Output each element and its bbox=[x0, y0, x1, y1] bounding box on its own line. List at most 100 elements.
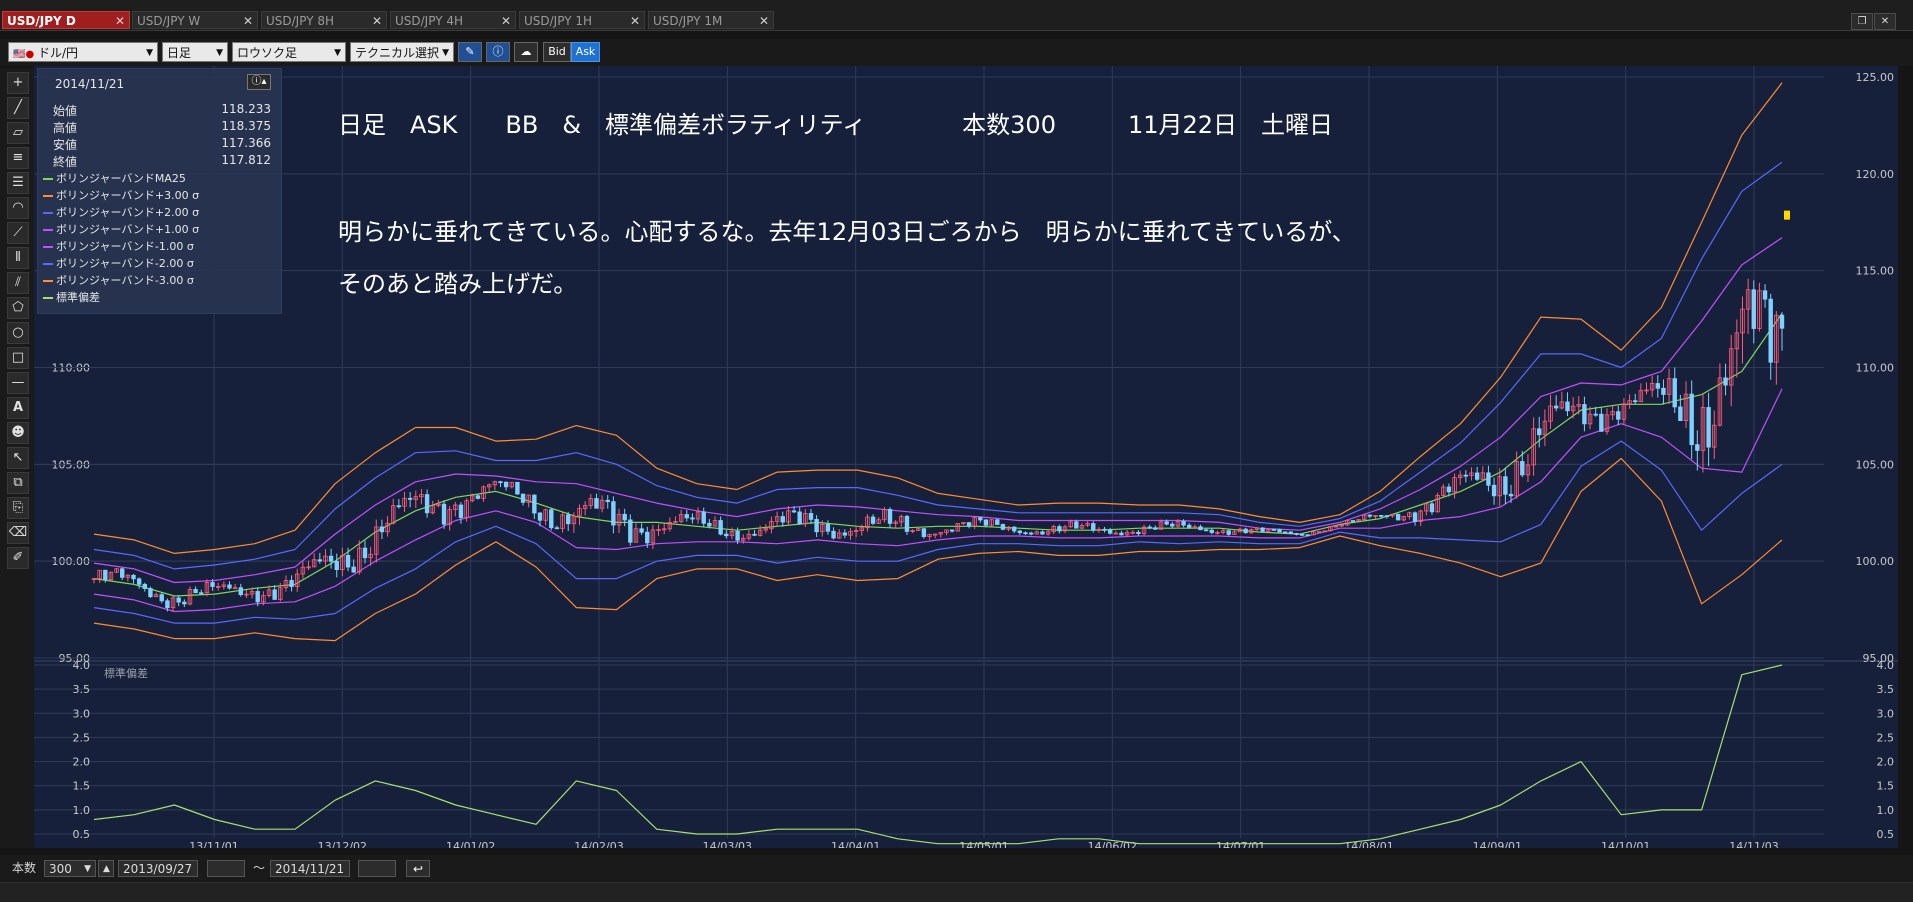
legend-item-plus1[interactable]: ボリンジャーバンド+1.00 σ bbox=[43, 221, 199, 238]
sub-y-tick-label-left: 2.5 bbox=[73, 731, 91, 744]
series-line-7 bbox=[93, 664, 1783, 845]
text-icon[interactable]: A bbox=[7, 397, 29, 419]
tab-usdjpy-4h[interactable]: USD/JPY 4H ✕ bbox=[390, 11, 516, 29]
cloud-button[interactable]: ☁ bbox=[514, 42, 538, 62]
close-icon[interactable]: ✕ bbox=[759, 12, 769, 30]
chart-type-select[interactable]: ロウソク足 ▼ bbox=[232, 42, 346, 62]
eraser-icon[interactable]: ⌫ bbox=[7, 522, 29, 544]
crosshair-icon[interactable]: + bbox=[7, 72, 29, 94]
candle-body bbox=[1446, 486, 1452, 493]
candle-body bbox=[227, 584, 232, 589]
close-icon[interactable]: ✕ bbox=[630, 12, 640, 30]
candle-body bbox=[1429, 503, 1435, 513]
pentagon-icon[interactable]: ⬠ bbox=[7, 297, 29, 319]
refresh-icon[interactable]: ↩ bbox=[406, 860, 430, 877]
arc-icon[interactable]: ◠ bbox=[7, 197, 29, 219]
emoji-icon[interactable]: ☻ bbox=[7, 422, 29, 444]
vertical-lines-icon[interactable]: ⦀ bbox=[7, 247, 29, 269]
circle-icon[interactable]: ○ bbox=[7, 322, 29, 344]
tab-usdjpy-8h[interactable]: USD/JPY 8H ✕ bbox=[261, 11, 387, 29]
candle-body bbox=[870, 516, 876, 524]
chart-toolbar: 🇺🇸● ドル/円 ▼ 日足 ▼ ロウソク足 ▼ テクニカル選択 ▼ ✎ ⓘ ☁ … bbox=[0, 39, 1913, 66]
from-time-input[interactable] bbox=[207, 860, 245, 877]
annotation-line-3: そのあと踏み上げだ。 bbox=[338, 270, 578, 298]
close-window-icon[interactable]: ✕ bbox=[1874, 13, 1896, 30]
candle-body bbox=[797, 511, 802, 525]
candle-body bbox=[272, 589, 277, 600]
paste-icon[interactable]: ⎘ bbox=[7, 497, 29, 519]
candle-body bbox=[1107, 529, 1113, 534]
sub-y-tick-label-left: 2.0 bbox=[73, 756, 91, 769]
tab-usdjpy-1h[interactable]: USD/JPY 1H ✕ bbox=[519, 11, 645, 29]
chart-canvas[interactable]: 13/11/01 13/12/02 14/01/02 14/02/03 14/03/03… bbox=[34, 66, 1898, 848]
legend-item-ma25[interactable]: ボリンジャーバンドMA25 bbox=[43, 170, 186, 187]
candle-body bbox=[904, 515, 910, 532]
sub-y-tick-label-left: 4.0 bbox=[73, 659, 91, 672]
erase-all-icon[interactable]: ✐ bbox=[7, 547, 29, 569]
tab-usdjpy-1m[interactable]: USD/JPY 1M ✕ bbox=[648, 11, 774, 29]
close-icon[interactable]: ✕ bbox=[501, 12, 511, 30]
rectangle-icon[interactable]: □ bbox=[7, 347, 29, 369]
select-icon[interactable]: ↖ bbox=[7, 447, 29, 469]
draw-pencil-button[interactable]: ✎ bbox=[458, 42, 482, 62]
restore-window-icon[interactable]: ❐ bbox=[1851, 13, 1873, 30]
candle-body bbox=[351, 566, 356, 573]
channel-icon[interactable]: ⫽ bbox=[7, 272, 29, 294]
legend-item-stddev[interactable]: 標準偏差 bbox=[43, 289, 100, 306]
legend-item-minus1[interactable]: ボリンジャーバンド-1.00 σ bbox=[43, 238, 194, 255]
candle-body bbox=[498, 481, 503, 484]
legend-item-minus2[interactable]: ボリンジャーバンド-2.00 σ bbox=[43, 255, 194, 272]
candle-body bbox=[752, 533, 757, 536]
candle-body bbox=[182, 601, 187, 605]
close-icon[interactable]: ✕ bbox=[115, 12, 125, 30]
legend-item-plus2[interactable]: ボリンジャーバンド+2.00 σ bbox=[43, 204, 199, 221]
candle-body bbox=[1288, 531, 1294, 534]
hline-icon[interactable]: — bbox=[7, 372, 29, 394]
period-select[interactable]: 日足 ▼ bbox=[162, 42, 228, 62]
candle-body bbox=[1378, 515, 1384, 517]
legend-item-plus3[interactable]: ボリンジャーバンド+3.00 σ bbox=[43, 187, 199, 204]
candle-body bbox=[159, 594, 164, 602]
candle-body bbox=[396, 505, 402, 508]
fan-icon[interactable]: ⟋ bbox=[7, 222, 29, 244]
to-time-input[interactable] bbox=[358, 860, 396, 877]
legend-swatch bbox=[43, 280, 53, 282]
candle-body bbox=[1672, 378, 1677, 408]
horizontal-lines-icon[interactable]: ≡ bbox=[7, 147, 29, 169]
candle-body bbox=[1147, 526, 1152, 529]
count-input[interactable]: 300 ▼ bbox=[44, 860, 96, 877]
sub-y-tick-label-left: 1.5 bbox=[73, 780, 91, 793]
candle-body bbox=[1582, 404, 1587, 425]
tab-usdjpy-w[interactable]: USD/JPY W ✕ bbox=[132, 11, 258, 29]
y-tick-label-right: 110.00 bbox=[1856, 362, 1895, 375]
fibonacci-icon[interactable]: ☰ bbox=[7, 172, 29, 194]
stepper-up-icon[interactable]: ▲ bbox=[98, 860, 114, 877]
ohlc-label: 安値 bbox=[53, 138, 78, 152]
trendline-icon[interactable]: ╱ bbox=[7, 97, 29, 119]
candle-body bbox=[701, 511, 706, 524]
currency-select[interactable]: 🇺🇸● ドル/円 ▼ bbox=[8, 42, 158, 62]
candle-body bbox=[1474, 472, 1480, 480]
candle-body bbox=[515, 481, 520, 495]
to-date-input[interactable]: 2014/11/21 bbox=[270, 860, 350, 877]
ask-button[interactable]: Ask bbox=[571, 42, 600, 62]
close-icon[interactable]: ✕ bbox=[372, 12, 382, 30]
info-button[interactable]: ⓘ bbox=[486, 42, 510, 62]
tab-label: USD/JPY D bbox=[7, 14, 76, 28]
legend-item-minus3[interactable]: ボリンジャーバンド-3.00 σ bbox=[43, 272, 194, 289]
chevron-down-icon: ▼ bbox=[334, 48, 341, 58]
tab-usdjpy-d[interactable]: USD/JPY D ✕ bbox=[2, 11, 130, 29]
candle-body bbox=[554, 527, 560, 530]
copy-icon[interactable]: ⧉ bbox=[7, 472, 29, 494]
chart-area[interactable]: 13/11/01 13/12/02 14/01/02 14/02/03 14/03/03… bbox=[34, 66, 1898, 848]
info-toggle-icon[interactable]: ⓘ▴ bbox=[247, 74, 271, 90]
series-line-5 bbox=[93, 440, 1783, 624]
candle-body bbox=[1599, 413, 1604, 432]
close-icon[interactable]: ✕ bbox=[243, 12, 253, 30]
ruler-icon[interactable]: ▱ bbox=[7, 122, 29, 144]
technical-select[interactable]: テクニカル選択 ▼ bbox=[350, 42, 454, 62]
candle-body bbox=[1661, 387, 1666, 395]
bid-button[interactable]: Bid bbox=[543, 42, 571, 62]
candle-body bbox=[791, 510, 797, 513]
from-date-input[interactable]: 2013/09/27 bbox=[118, 860, 198, 877]
